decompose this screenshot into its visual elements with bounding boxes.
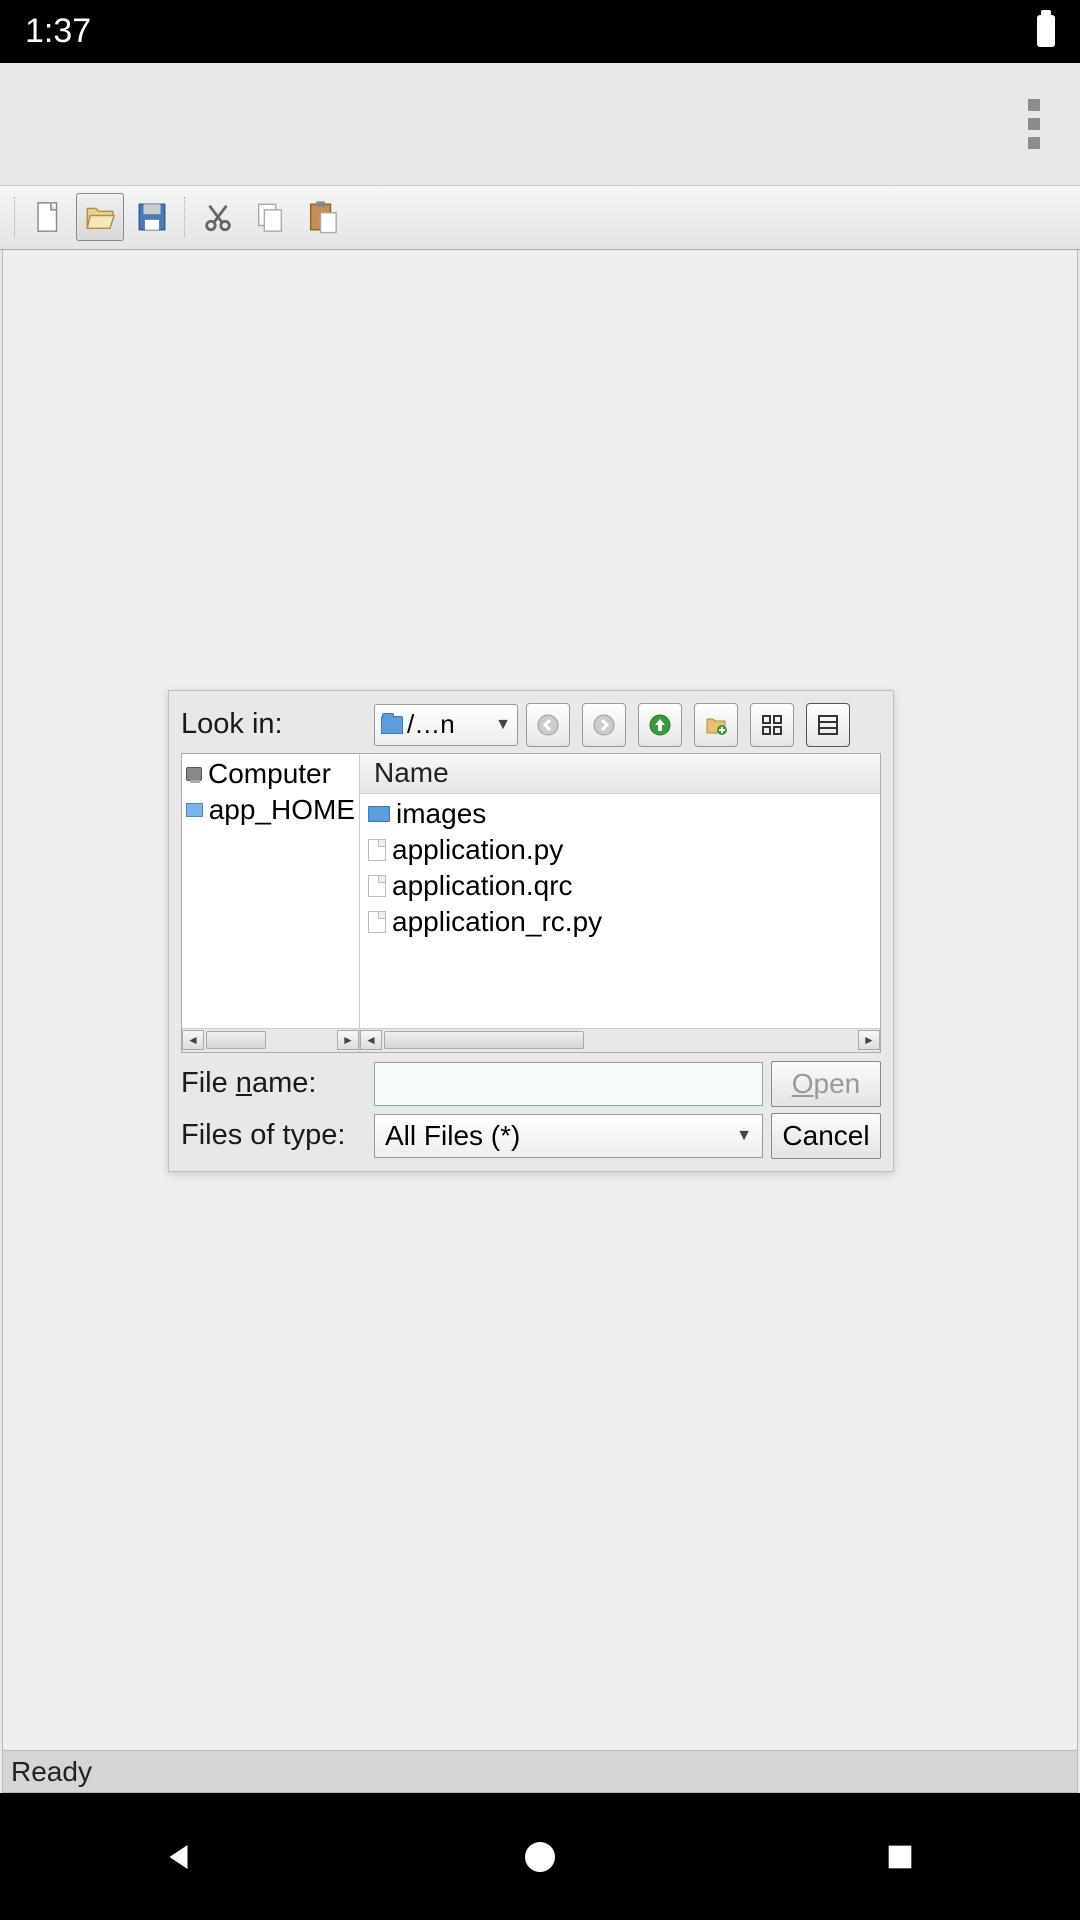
- sidebar-item-label: app_HOME: [209, 794, 355, 826]
- app-header: [0, 63, 1080, 185]
- file-name: application.qrc: [392, 870, 573, 902]
- open-button[interactable]: Open: [771, 1061, 881, 1107]
- scroll-left-icon[interactable]: ◄: [182, 1030, 204, 1050]
- cancel-button[interactable]: Cancel: [771, 1113, 881, 1159]
- file-icon: [368, 875, 386, 897]
- look-in-label: Look in:: [181, 708, 366, 741]
- scroll-left-icon[interactable]: ◄: [360, 1030, 382, 1050]
- computer-icon: [186, 767, 202, 781]
- main-toolbar: [0, 185, 1080, 250]
- list-item[interactable]: application_rc.py: [360, 904, 880, 940]
- sidebar-item-home[interactable]: app_HOME: [182, 792, 359, 828]
- back-nav-button[interactable]: [155, 1832, 205, 1882]
- files-of-type-combo[interactable]: All Files (*) ▼: [374, 1114, 763, 1158]
- scroll-thumb[interactable]: [384, 1031, 584, 1049]
- file-name-label: File name:: [181, 1067, 366, 1100]
- paste-button[interactable]: [298, 193, 346, 241]
- toolbar-separator: [14, 197, 16, 237]
- list-item[interactable]: application.py: [360, 832, 880, 868]
- file-name: application_rc.py: [392, 906, 602, 938]
- scroll-thumb[interactable]: [206, 1031, 266, 1049]
- icon-view-button[interactable]: [750, 703, 794, 747]
- folder-icon: [381, 716, 403, 734]
- file-icon: [368, 839, 386, 861]
- scroll-right-icon[interactable]: ►: [858, 1030, 880, 1050]
- sidebar-item-label: Computer: [208, 758, 331, 790]
- new-folder-button[interactable]: [694, 703, 738, 747]
- sidebar-item-computer[interactable]: Computer: [182, 756, 359, 792]
- clock: 1:37: [25, 12, 91, 51]
- file-open-dialog: Look in: /…n ▼: [168, 690, 894, 1172]
- sidebar: Computer app_HOME ◄ ►: [182, 754, 360, 1052]
- android-nav-bar: [0, 1793, 1080, 1920]
- toolbar-separator: [184, 197, 186, 237]
- status-bar: Ready: [3, 1750, 1077, 1792]
- column-header-name[interactable]: Name: [360, 754, 880, 794]
- battery-icon: [1037, 15, 1055, 47]
- chevron-down-icon: ▼: [736, 1127, 752, 1145]
- workspace: Look in: /…n ▼: [2, 250, 1078, 1793]
- save-button[interactable]: [128, 193, 176, 241]
- list-item[interactable]: images: [360, 796, 880, 832]
- file-browser: Computer app_HOME ◄ ► Name: [181, 753, 881, 1053]
- file-icon: [368, 911, 386, 933]
- look-in-path: /…n: [407, 709, 455, 740]
- sidebar-scrollbar[interactable]: ◄ ►: [182, 1028, 359, 1052]
- forward-button[interactable]: [582, 703, 626, 747]
- open-file-button[interactable]: [76, 193, 124, 241]
- folder-icon: [368, 806, 390, 822]
- overflow-menu-icon[interactable]: [1018, 89, 1050, 159]
- list-view-button[interactable]: [806, 703, 850, 747]
- filelist-scrollbar[interactable]: ◄ ►: [360, 1028, 880, 1052]
- folder-icon: [186, 803, 203, 817]
- list-item[interactable]: application.qrc: [360, 868, 880, 904]
- copy-button[interactable]: [246, 193, 294, 241]
- scroll-right-icon[interactable]: ►: [337, 1030, 359, 1050]
- files-of-type-label: Files of type:: [181, 1119, 366, 1152]
- home-nav-button[interactable]: [515, 1832, 565, 1882]
- file-list: Name images application.py application.q…: [360, 754, 880, 1052]
- cut-button[interactable]: [194, 193, 242, 241]
- back-button[interactable]: [526, 703, 570, 747]
- files-of-type-value: All Files (*): [385, 1120, 520, 1152]
- file-name: application.py: [392, 834, 563, 866]
- up-button[interactable]: [638, 703, 682, 747]
- recent-nav-button[interactable]: [875, 1832, 925, 1882]
- look-in-combo[interactable]: /…n ▼: [374, 704, 518, 746]
- file-name: images: [396, 798, 486, 830]
- new-file-button[interactable]: [24, 193, 72, 241]
- chevron-down-icon: ▼: [495, 716, 511, 734]
- android-status-bar: 1:37: [0, 0, 1080, 63]
- file-name-input[interactable]: [374, 1062, 763, 1106]
